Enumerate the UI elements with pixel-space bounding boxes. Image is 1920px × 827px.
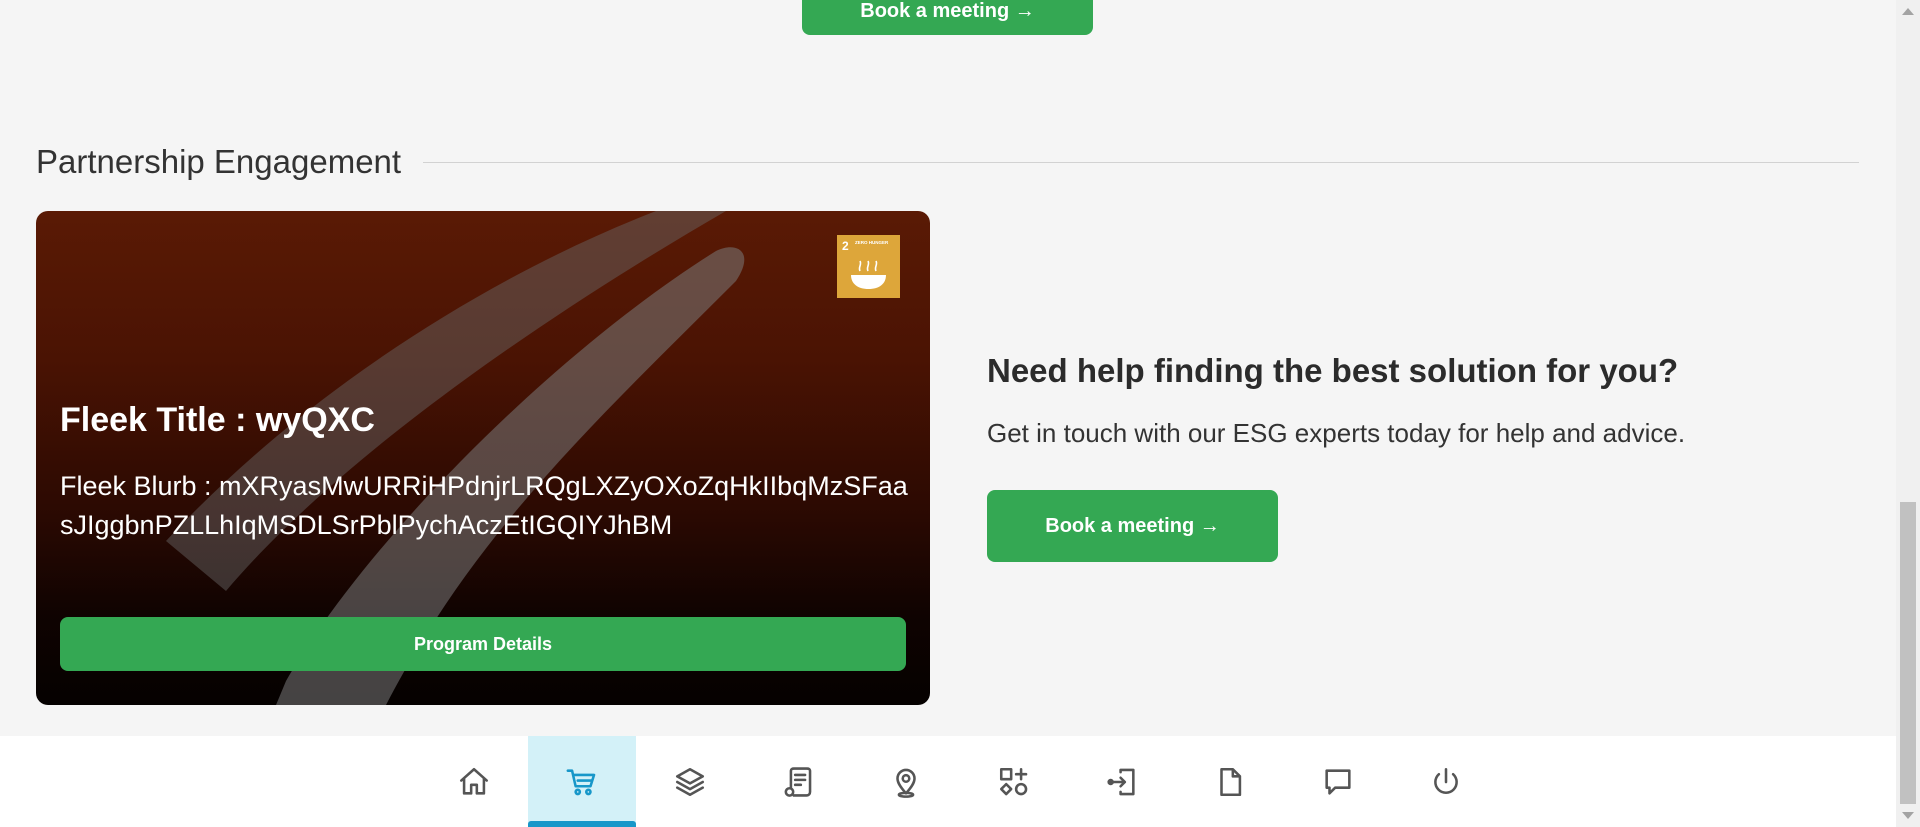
help-title: Need help finding the best solution for … [987,352,1679,389]
document-icon [1220,767,1242,796]
bottom-navigation [0,736,1896,827]
scroll-down-arrow[interactable] [1902,812,1914,819]
nav-power[interactable] [1392,736,1500,827]
section-title: Partnership Engagement [36,143,402,180]
book-meeting-button[interactable]: Book a meeting → [987,490,1278,562]
badge-number: 2 [842,239,849,253]
nav-layers[interactable] [636,736,744,827]
sdg-zero-hunger-badge: 2 ZERO HUNGER [837,235,900,298]
location-pin-icon [896,768,916,798]
nav-chat[interactable] [1284,736,1392,827]
program-card: 2 ZERO HUNGER Fleek Title : wyQXC Fleek … [36,211,930,705]
home-icon [459,767,489,795]
nav-receipt[interactable] [744,736,852,827]
section-divider [423,161,1859,163]
help-subtitle: Get in touch with our ESG experts today … [987,418,1686,448]
program-details-button[interactable]: Program Details [60,617,906,671]
nav-location[interactable] [852,736,960,827]
section-header: Partnership Engagement [36,140,1859,184]
layers-icon [675,767,705,796]
nav-cart[interactable] [528,736,636,827]
cart-icon [566,768,596,795]
card-title: Fleek Title : wyQXC [60,401,375,439]
nav-shapes[interactable] [960,736,1068,827]
power-icon [1434,767,1458,794]
bowl-icon: 2 ZERO HUNGER [842,239,889,289]
nav-login[interactable] [1068,736,1176,827]
receipt-icon [784,766,812,797]
book-meeting-top-button[interactable]: Book a meeting → [802,0,1093,35]
vertical-scrollbar[interactable] [1896,0,1920,827]
badge-text: ZERO HUNGER [855,240,889,245]
shapes-grid-icon [999,767,1028,795]
login-icon [1107,768,1135,795]
scrollbar-thumb[interactable] [1900,502,1916,804]
chat-icon [1325,768,1351,795]
nav-document[interactable] [1176,736,1284,827]
nav-home[interactable] [420,736,528,827]
card-blurb: Fleek Blurb : mXRyasMwURRiHPdnjrLRQgLXZy… [60,471,908,540]
scroll-up-arrow[interactable] [1902,8,1914,15]
